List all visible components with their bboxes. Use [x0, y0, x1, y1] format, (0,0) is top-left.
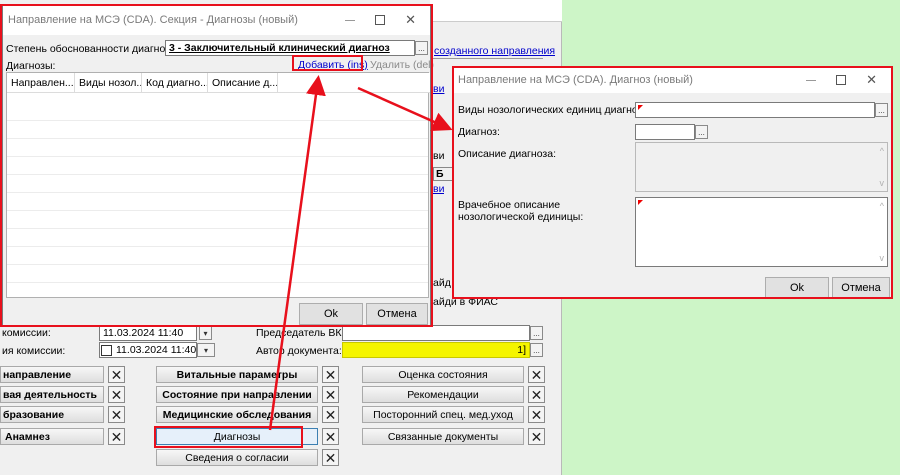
arrow-to-add-link [268, 75, 326, 431]
annotation-arrows [268, 75, 453, 431]
arrow-to-diagnosis-dialog [357, 86, 453, 132]
